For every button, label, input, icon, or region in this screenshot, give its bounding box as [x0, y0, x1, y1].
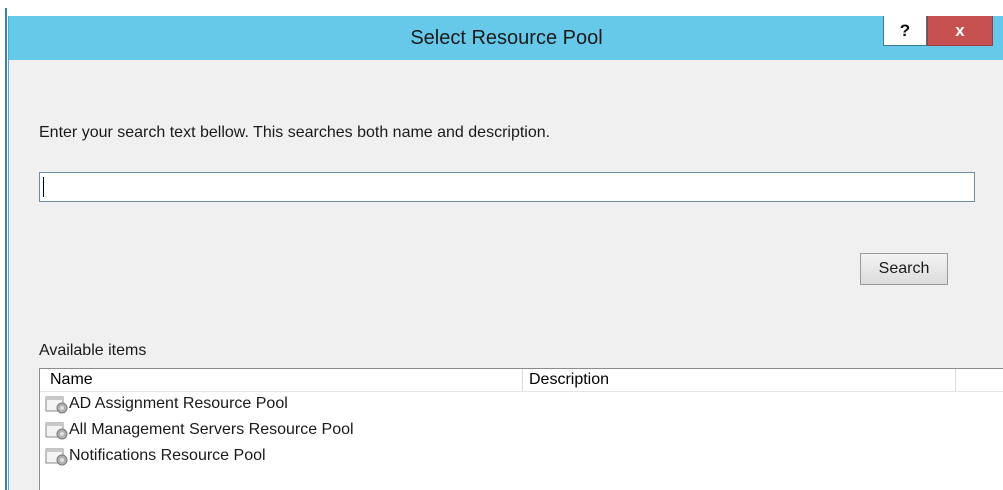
window-left-edge [0, 8, 8, 490]
window-border [5, 8, 7, 490]
search-button[interactable]: Search [860, 253, 948, 285]
list-item[interactable]: All Management Servers Resource Pool [42, 417, 992, 443]
search-input[interactable] [39, 172, 975, 202]
search-instruction: Enter your search text bellow. This sear… [39, 124, 551, 141]
window-title: Select Resource Pool [410, 27, 603, 49]
close-button[interactable]: x [927, 16, 993, 46]
list-header: Name Description [40, 369, 1003, 392]
column-header-name[interactable]: Name [40, 369, 523, 391]
resource-pool-icon [45, 448, 69, 466]
list-item-name: All Management Servers Resource Pool [69, 421, 354, 438]
list-item[interactable]: Notifications Resource Pool [42, 443, 992, 469]
available-items-label: Available items [39, 342, 147, 359]
help-button[interactable]: ? [883, 16, 927, 46]
column-header-description[interactable]: Description [524, 369, 956, 391]
title-bar[interactable]: Select Resource Pool ? x [9, 16, 1003, 60]
list-item-name: Notifications Resource Pool [69, 447, 266, 464]
column-header-filler [957, 369, 1003, 391]
resource-pool-icon [45, 396, 69, 414]
select-resource-pool-dialog: Select Resource Pool ? x Enter your sear… [8, 16, 1003, 490]
available-items-list[interactable]: Name Description AD Assignment Resource … [39, 368, 1003, 490]
list-item[interactable]: AD Assignment Resource Pool [42, 391, 992, 417]
list-item-name: AD Assignment Resource Pool [69, 395, 288, 412]
resource-pool-icon [45, 422, 69, 440]
text-caret [43, 177, 44, 197]
